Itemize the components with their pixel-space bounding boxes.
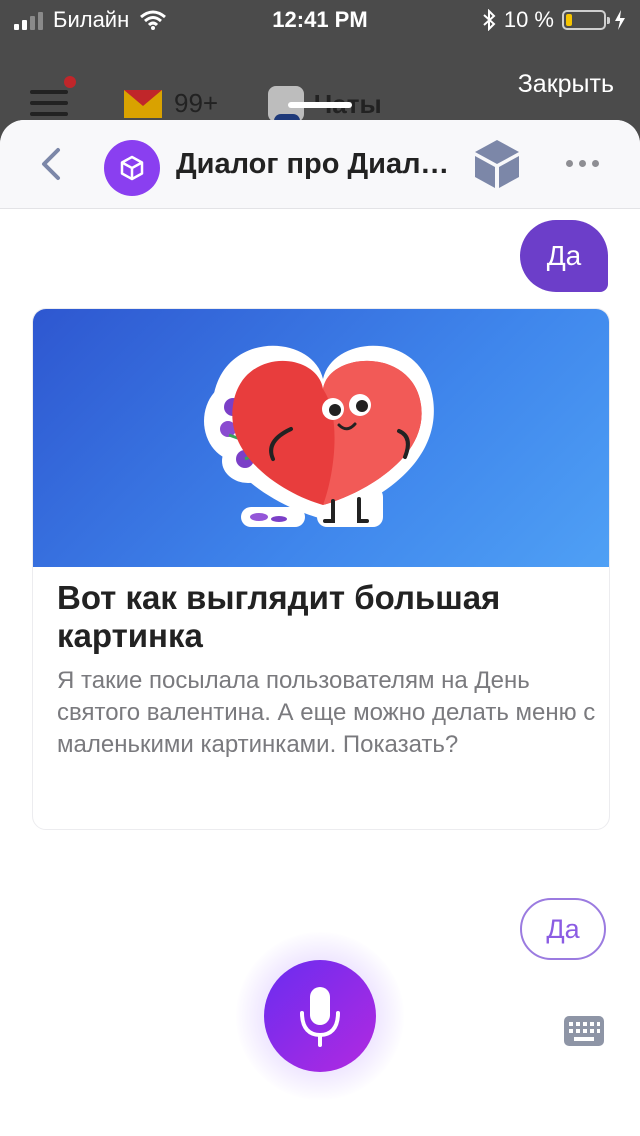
- charging-icon: [615, 10, 625, 30]
- response-card: Вот как выглядит большая картинка Я таки…: [32, 308, 610, 830]
- back-icon[interactable]: [34, 146, 70, 182]
- skill-avatar[interactable]: [104, 140, 160, 196]
- card-title: Вот как выглядит большая картинка: [57, 579, 501, 654]
- battery-icon: [562, 10, 610, 30]
- close-button[interactable]: Закрыть: [518, 70, 614, 99]
- mail-icon: [124, 89, 162, 118]
- cube-icon: [120, 155, 144, 181]
- chat-header: Диалог про Диалоги: [0, 120, 640, 209]
- chat-title: Диалог про Диалоги: [176, 148, 452, 180]
- bluetooth-icon: [483, 9, 496, 31]
- mail-count: 99+: [174, 88, 219, 118]
- status-bar: Билайн 12:41 PM 10 %: [0, 0, 640, 40]
- heart-sticker-image: [204, 345, 434, 527]
- skill-store-icon[interactable]: [472, 138, 522, 190]
- chat-sheet: Диалог про Диалоги Да Вот как выглядит б…: [0, 120, 640, 1136]
- microphone-icon: [300, 987, 340, 1047]
- mail-counter: 99+: [124, 88, 218, 119]
- user-message-bubble: Да: [520, 220, 608, 292]
- more-icon[interactable]: [566, 160, 599, 167]
- battery-percent: 10 %: [503, 7, 554, 32]
- card-image: [33, 309, 609, 567]
- suggest-button[interactable]: Да: [520, 898, 606, 960]
- sheet-grabber[interactable]: [288, 102, 352, 108]
- notification-dot: [64, 76, 76, 88]
- mic-button[interactable]: [264, 960, 376, 1072]
- background-app: Билайн 12:41 PM 10 % 99+ Закрыть: [0, 0, 640, 140]
- keyboard-icon[interactable]: [564, 1016, 604, 1046]
- card-text: Я такие посылала пользователям на День с…: [57, 667, 596, 758]
- menu-icon: [30, 90, 68, 123]
